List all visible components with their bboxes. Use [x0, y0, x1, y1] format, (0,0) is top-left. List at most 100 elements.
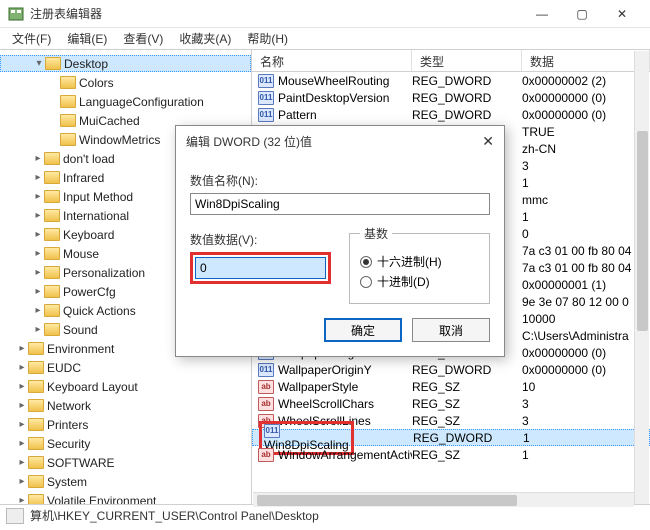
list-row[interactable]: 011PaintDesktopVersionREG_DWORD0x0000000… [252, 89, 650, 106]
dialog-titlebar[interactable]: 编辑 DWORD (32 位)值 ✕ [176, 126, 504, 156]
tree-item[interactable]: ▸Printers [0, 416, 251, 433]
scrollbar-thumb[interactable] [637, 131, 648, 331]
tree-twisty-icon[interactable]: ▸ [16, 438, 28, 449]
scrollbar-horizontal[interactable] [253, 492, 634, 507]
menu-view[interactable]: 查看(V) [115, 28, 171, 49]
col-name[interactable]: 名称 [252, 50, 412, 71]
tree-label: Network [47, 399, 91, 413]
tree-item[interactable]: Colors [0, 74, 251, 91]
value-data: 0x00000000 (0) [522, 91, 650, 105]
tree-twisty-icon[interactable]: ▸ [32, 324, 44, 335]
folder-icon [60, 76, 76, 89]
tree-item[interactable]: ▸ Network [0, 397, 251, 414]
value-data: 3 [522, 159, 650, 173]
folder-icon [44, 190, 60, 203]
col-data[interactable]: 数据 [522, 50, 650, 71]
list-row[interactable]: abWallpaperStyleREG_SZ10 [252, 378, 650, 395]
menu-edit[interactable]: 编辑(E) [59, 28, 115, 49]
folder-icon [28, 494, 44, 504]
status-path: 算机\HKEY_CURRENT_USER\Control Panel\Deskt… [30, 507, 319, 524]
tree-item[interactable]: ▸ System [0, 473, 251, 490]
value-data: 1 [522, 448, 650, 462]
value-name: MouseWheelRouting [278, 74, 389, 88]
folder-icon [28, 475, 44, 488]
menu-favorites[interactable]: 收藏夹(A) [171, 28, 239, 49]
radix-dec-label: 十进制(D) [377, 273, 430, 290]
value-type: REG_SZ [412, 397, 522, 411]
window-controls: — ▢ ✕ [522, 2, 642, 26]
tree-twisty-icon[interactable]: ▸ [32, 210, 44, 221]
maximize-button[interactable]: ▢ [562, 2, 602, 26]
value-data: 10000 [522, 312, 650, 326]
radix-dec-option[interactable]: 十进制(D) [360, 273, 479, 290]
folder-icon [28, 380, 44, 393]
tree-twisty-icon[interactable]: ▸ [32, 229, 44, 240]
scrollbar-vertical[interactable] [634, 51, 649, 504]
value-type: REG_DWORD [412, 74, 522, 88]
tree-item[interactable]: ▸SOFTWARE [0, 454, 251, 471]
tree-twisty-icon[interactable]: ▸ [32, 267, 44, 278]
list-row[interactable]: 011Win8DpiScalingREG_DWORD1 [252, 429, 650, 446]
folder-icon [44, 171, 60, 184]
folder-icon [60, 133, 76, 146]
value-data: 0x00000000 (0) [522, 363, 650, 377]
tree-label: System [47, 475, 87, 489]
tree-twisty-icon[interactable]: ▸ [16, 343, 28, 354]
tree-twisty-icon[interactable]: ▸ [16, 495, 28, 504]
folder-icon [44, 323, 60, 336]
scrollbar-thumb[interactable] [257, 495, 517, 506]
menu-file[interactable]: 文件(F) [4, 28, 59, 49]
list-row[interactable]: 011MouseWheelRoutingREG_DWORD0x00000002 … [252, 72, 650, 89]
folder-icon [28, 399, 44, 412]
list-row[interactable]: 011PatternREG_DWORD0x00000000 (0) [252, 106, 650, 123]
titlebar: 注册表编辑器 — ▢ ✕ [0, 0, 650, 28]
tree-twisty-icon[interactable]: ▸ [32, 153, 44, 164]
menu-help[interactable]: 帮助(H) [239, 28, 296, 49]
list-row[interactable]: abWindowArrangementActiveREG_SZ1 [252, 446, 650, 463]
tree-twisty-icon[interactable]: ▸ [16, 476, 28, 487]
tree-label: Keyboard Layout [47, 380, 138, 394]
close-button[interactable]: ✕ [602, 2, 642, 26]
radix-hex-option[interactable]: 十六进制(H) [360, 253, 479, 270]
tree-label: Infrared [63, 171, 104, 185]
tree-item[interactable]: LanguageConfiguration [0, 93, 251, 110]
tree-twisty-icon[interactable]: ▸ [32, 305, 44, 316]
folder-icon [44, 304, 60, 317]
tree-twisty-icon[interactable]: ▸ [16, 381, 28, 392]
tree-item[interactable]: ▸Security [0, 435, 251, 452]
tree-item[interactable]: ▸ Keyboard Layout [0, 378, 251, 395]
value-data-input[interactable] [195, 257, 326, 279]
minimize-button[interactable]: — [522, 2, 562, 26]
value-data: mmc [522, 193, 650, 207]
tree-label: MuiCached [79, 114, 140, 128]
tree-twisty-icon[interactable]: ▸ [16, 457, 28, 468]
value-data-label: 数值数据(V): [190, 231, 331, 248]
tree-twisty-icon[interactable]: ▸ [32, 172, 44, 183]
tree-item[interactable]: ▾ Desktop [0, 55, 251, 72]
tree-twisty-icon[interactable]: ▸ [32, 191, 44, 202]
dialog-title: 编辑 DWORD (32 位)值 [186, 133, 312, 150]
tree-item[interactable]: ▸EUDC [0, 359, 251, 376]
tree-twisty-icon[interactable]: ▸ [16, 362, 28, 373]
list-row[interactable]: abWheelScrollCharsREG_SZ3 [252, 395, 650, 412]
tree-twisty-icon[interactable]: ▸ [32, 248, 44, 259]
list-header[interactable]: 名称 类型 数据 [252, 50, 650, 72]
tree-twisty-icon[interactable]: ▸ [16, 400, 28, 411]
value-type: REG_DWORD [412, 363, 522, 377]
tree-twisty-icon[interactable]: ▾ [33, 58, 45, 69]
dialog-close-icon[interactable]: ✕ [482, 133, 494, 150]
ok-button[interactable]: 确定 [324, 318, 402, 342]
col-type[interactable]: 类型 [412, 50, 522, 71]
tree-label: Desktop [64, 57, 108, 71]
cancel-button[interactable]: 取消 [412, 318, 490, 342]
tree-item[interactable]: ▸Volatile Environment [0, 492, 251, 504]
tree-label: LanguageConfiguration [79, 95, 204, 109]
list-row[interactable]: 011WallpaperOriginYREG_DWORD0x00000000 (… [252, 361, 650, 378]
value-name: WallpaperOriginY [278, 363, 372, 377]
folder-icon [28, 342, 44, 355]
window-title: 注册表编辑器 [30, 5, 522, 22]
value-data: 10 [522, 380, 650, 394]
value-name-input[interactable] [190, 193, 490, 215]
tree-twisty-icon[interactable]: ▸ [16, 419, 28, 430]
tree-twisty-icon[interactable]: ▸ [32, 286, 44, 297]
